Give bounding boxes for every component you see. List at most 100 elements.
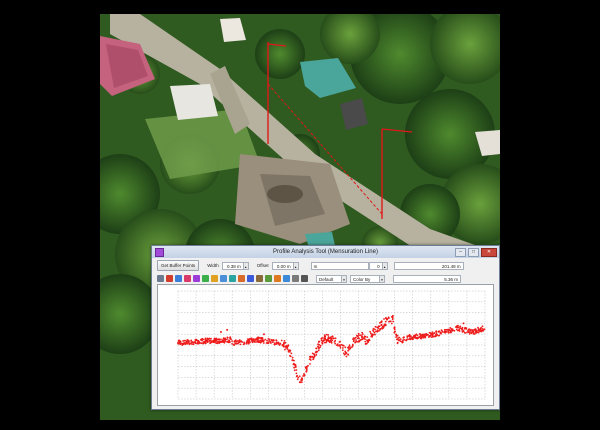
profile-point: [257, 337, 260, 340]
mountain-icon[interactable]: [220, 275, 227, 282]
profile-point: [317, 349, 320, 352]
profile-point: [450, 331, 452, 334]
profile-point: [312, 356, 315, 359]
profile-point: [468, 333, 471, 335]
profile-point: [443, 330, 446, 333]
offset-spinner[interactable]: ▴: [293, 261, 299, 270]
profile-point: [393, 326, 396, 329]
help-icon[interactable]: [283, 275, 290, 282]
profile-point: [297, 376, 300, 379]
profile-point: [461, 327, 464, 330]
profile-point: [287, 349, 290, 352]
profile-point: [184, 339, 186, 342]
profile-point: [438, 331, 441, 333]
width-field[interactable]: 0.38 m: [221, 261, 244, 270]
profile-point: [475, 330, 478, 333]
mode-dropdown-icon[interactable]: ▾: [342, 274, 347, 283]
profile-point: [303, 375, 306, 377]
profile-point: [267, 338, 270, 340]
profile-point: [376, 330, 379, 333]
measure-icon[interactable]: [175, 275, 182, 282]
maximize-button[interactable]: □: [468, 248, 479, 257]
profile-analysis-window: Profile Analysis Tool (Mensuration Line)…: [151, 245, 500, 410]
offset-field[interactable]: 0.00 m: [271, 261, 294, 270]
profile-point: [309, 363, 311, 365]
profile-point: [205, 338, 207, 341]
color-select[interactable]: Color By Model: [350, 274, 380, 290]
profile-point: [461, 331, 464, 333]
profile-point: [281, 344, 284, 347]
wave-icon[interactable]: [229, 275, 236, 282]
get-buffer-points-button[interactable]: Get Buffer Points: [157, 260, 200, 271]
width-spinner[interactable]: ▴: [243, 261, 249, 270]
value-field[interactable]: 0: [368, 261, 383, 270]
profile-point: [478, 330, 481, 333]
color-wheel-icon[interactable]: [193, 275, 200, 282]
title-bar[interactable]: Profile Analysis Tool (Mensuration Line)…: [152, 246, 499, 258]
heart-icon[interactable]: [184, 275, 191, 282]
profile-point: [354, 336, 357, 339]
profile-point: [348, 348, 351, 351]
profile-point: [213, 337, 216, 340]
value-spinner[interactable]: ▴: [382, 261, 388, 270]
zoom-icon[interactable]: [211, 275, 218, 282]
profile-point: [419, 333, 421, 335]
distance-field[interactable]: 201.48 m: [393, 261, 464, 270]
elevation-field[interactable]: 5.36 m: [393, 274, 461, 283]
minimize-button[interactable]: –: [455, 248, 466, 257]
profile-point: [359, 339, 361, 342]
profile-point: [199, 338, 202, 341]
color-dropdown-icon[interactable]: ▾: [380, 274, 385, 283]
profile-points: [177, 314, 486, 384]
close-button[interactable]: ✕: [481, 248, 497, 257]
orange-icon[interactable]: [274, 275, 281, 282]
profile-point: [222, 339, 224, 342]
profile-point: [259, 341, 262, 344]
grid-icon[interactable]: [265, 275, 272, 282]
unit-field[interactable]: m: [310, 261, 369, 270]
chart-icon[interactable]: [238, 275, 245, 282]
cursor-icon[interactable]: [157, 275, 164, 282]
profile-point: [431, 332, 433, 335]
profile-point: [295, 365, 297, 368]
profile-point: [325, 340, 328, 343]
profile-point: [384, 320, 387, 323]
profile-point: [284, 341, 287, 344]
profile-point: [229, 337, 231, 339]
profile-plot[interactable]: [157, 284, 494, 406]
profile-point: [439, 332, 442, 335]
profile-point: [226, 338, 228, 341]
offset-label: Offset: [256, 263, 269, 268]
profile-point: [321, 340, 324, 343]
profile-point: [241, 341, 243, 343]
settings-icon[interactable]: [292, 275, 299, 282]
profile-spike-point: [262, 333, 265, 336]
profile-point: [208, 337, 211, 340]
box-icon[interactable]: [256, 275, 263, 282]
house-icon[interactable]: [202, 275, 209, 282]
profile-point: [179, 341, 182, 344]
profile-point: [428, 334, 431, 337]
profile-point: [380, 323, 383, 326]
profile-point: [467, 331, 470, 333]
profile-point: [187, 341, 190, 343]
profile-point: [220, 338, 222, 341]
profile-point: [464, 332, 467, 334]
profile-point: [238, 340, 240, 342]
profile-point: [196, 342, 199, 345]
profile-point: [255, 341, 257, 343]
profile-point: [295, 375, 298, 378]
profile-point: [319, 344, 322, 347]
red-tool-icon[interactable]: [166, 275, 173, 282]
profile-point: [209, 339, 211, 342]
profile-point: [361, 338, 364, 341]
blue-square-icon[interactable]: [247, 275, 254, 282]
toolbar: [157, 275, 308, 282]
profile-point: [447, 331, 450, 333]
profile-point: [451, 330, 454, 332]
gear-icon[interactable]: [301, 275, 308, 282]
mode-select[interactable]: Default: [316, 274, 342, 283]
profile-point: [374, 325, 377, 328]
profile-point: [395, 333, 398, 336]
profile-point: [374, 333, 376, 336]
